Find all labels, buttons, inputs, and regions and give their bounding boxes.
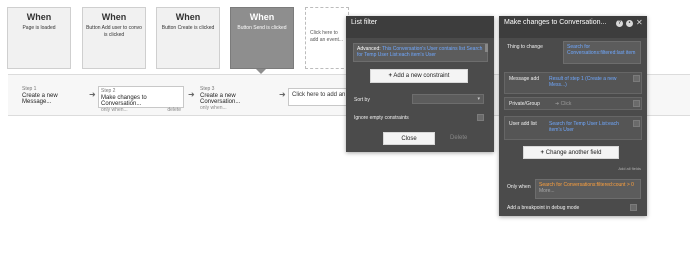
step-title: Create a new Conversation... [200, 93, 241, 105]
step-delete-link[interactable]: delete [167, 107, 181, 113]
thing-to-change-field[interactable]: Search for Conversations:filtered:last i… [563, 41, 641, 64]
add-constraint-button[interactable]: + Add a new constraint [370, 69, 468, 83]
help-icon[interactable]: ? [616, 20, 623, 27]
arrow-right-icon: ➜ [89, 90, 96, 99]
thing-to-change-label: Thing to change [507, 44, 543, 50]
event-description: Button Create is clicked [161, 25, 215, 31]
advanced-constraint-field[interactable]: Advanced: This Conversation's User conta… [353, 43, 488, 62]
private-group-row: Private/Group ➜ Click [504, 97, 642, 110]
private-group-value[interactable]: ➜ Click [555, 101, 571, 107]
event-description: Button Add user to convo is clicked [86, 25, 142, 38]
remove-field-icon[interactable] [633, 120, 640, 127]
arrow-right-icon: ➜ [279, 90, 286, 99]
list-filter-panel: List filter Advanced: This Conversation'… [346, 16, 494, 152]
step-title: Create a new Message... [22, 93, 58, 105]
delete-button[interactable]: Delete [450, 135, 467, 141]
step-condition: only when... [101, 107, 128, 113]
step-number: Step 3 [200, 86, 215, 92]
private-group-label: Private/Group [509, 101, 540, 107]
chevron-down-icon: ▾ [477, 96, 480, 102]
plus-icon: + [540, 150, 545, 156]
field-scrollbar[interactable] [485, 44, 488, 52]
ignore-empty-checkbox[interactable] [477, 114, 484, 121]
breakpoint-label: Add a breakpoint in debug mode [507, 205, 580, 211]
change-field-label: Change another field [545, 150, 602, 156]
event-card-send[interactable]: When Button Send is clicked [230, 7, 294, 69]
add-event-placeholder[interactable]: Click here to add an event... [305, 7, 349, 69]
message-value[interactable]: Result of step 1 (Create a new Mess...) [549, 76, 629, 88]
user-add-list-label: User add list [509, 121, 537, 127]
message-add-label: Message add [509, 76, 540, 82]
add-all-fields-link[interactable]: Add all fields [618, 166, 641, 171]
event-when-label: When [26, 12, 52, 22]
event-card-add-user[interactable]: When Button Add user to convo is clicked [82, 7, 146, 69]
remove-field-icon[interactable] [633, 75, 640, 82]
step-number: Step 1 [22, 86, 37, 92]
panel-title: Make changes to Conversation... [499, 16, 647, 38]
add-constraint-label: Add a new constraint [393, 73, 450, 79]
message-field-row: Message add Result of step 1 (Create a n… [504, 72, 642, 94]
step-3[interactable]: Step 3 Create a new Conversation... only… [200, 86, 276, 111]
step-2[interactable]: Step 2 Make changes to Conversation... o… [98, 86, 184, 113]
event-when-label: When [175, 12, 201, 22]
panel-title: List filter [346, 16, 494, 38]
remove-field-icon[interactable] [633, 100, 640, 107]
user-field-row: User add list Search for Temp User List:… [504, 116, 642, 140]
event-card-page-loaded[interactable]: When Page is loaded [7, 7, 71, 69]
comment-icon[interactable]: • [626, 20, 633, 27]
user-value[interactable]: Search for Temp User List:each item's Us… [549, 121, 629, 133]
close-icon[interactable]: ✕ [636, 18, 643, 27]
make-changes-panel: Make changes to Conversation... ? • ✕ Th… [499, 16, 647, 216]
private-group-placeholder: Click [560, 101, 572, 107]
step-1[interactable]: Step 1 Create a new Message... [22, 86, 88, 108]
event-when-label: When [249, 12, 275, 22]
event-card-create[interactable]: When Button Create is clicked [156, 7, 220, 69]
ignore-empty-label: Ignore empty constraints [354, 115, 409, 121]
plus-icon: + [388, 73, 393, 79]
step-condition: only when... [200, 105, 227, 111]
more-link[interactable]: More... [539, 188, 555, 194]
step-number: Step 2 [101, 88, 116, 94]
change-another-field-button[interactable]: + Change another field [523, 146, 619, 159]
event-when-label: When [101, 12, 127, 22]
only-when-field[interactable]: Search for Conversations:filtered:count … [535, 179, 641, 199]
event-description: Button Send is clicked [237, 25, 287, 31]
breakpoint-checkbox[interactable] [630, 204, 637, 211]
sort-by-dropdown[interactable]: ▾ [412, 94, 484, 104]
sort-by-label: Sort by [354, 97, 370, 103]
only-when-label: Only when [507, 184, 531, 190]
arrow-right-icon: ➜ [555, 101, 560, 107]
event-description: Page is loaded [22, 25, 56, 31]
close-button[interactable]: Close [383, 132, 435, 145]
step-title: Make changes to Conversation... [101, 95, 147, 107]
arrow-right-icon: ➜ [188, 90, 195, 99]
